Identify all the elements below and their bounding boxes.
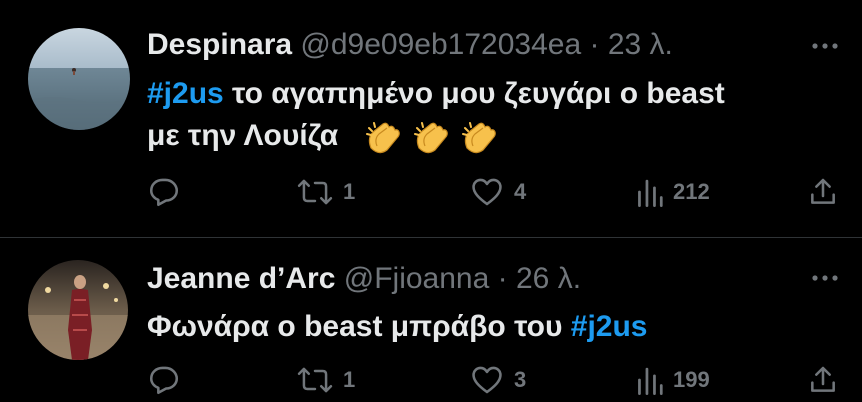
hashtag-link[interactable]: #j2us	[571, 310, 648, 343]
like-count: 4	[514, 179, 527, 204]
clapping-hands-icon	[365, 122, 400, 154]
author-name[interactable]: Despinara	[147, 28, 292, 61]
tweet-header: Jeanne d’Arc @Fjioanna · 26 λ.	[147, 261, 581, 297]
tweet[interactable]: Jeanne d’Arc @Fjioanna · 26 λ. Φωνάρα ο …	[0, 238, 862, 402]
views-chart-icon	[638, 367, 663, 395]
retweet-count: 1	[343, 179, 356, 204]
clapping-hands-icon	[461, 122, 496, 154]
reply-button[interactable]	[147, 360, 181, 400]
emoji-group	[365, 118, 499, 156]
avatar-image	[28, 260, 128, 360]
reply-icon	[149, 366, 179, 395]
more-options-icon[interactable]	[810, 272, 840, 284]
tweet-text-line1: το αγαπημένο μου ζευγάρι ο beast	[223, 77, 725, 110]
tweet-text: Φωνάρα ο beast μπράβο του #j2us	[147, 306, 647, 348]
views-button[interactable]: 212	[635, 172, 710, 212]
separator-dot: ·	[497, 262, 508, 295]
share-button[interactable]	[807, 360, 839, 400]
heart-icon	[472, 178, 502, 206]
tweet-actions: 1 4 212	[147, 172, 847, 212]
timestamp[interactable]: 26 λ.	[516, 262, 581, 295]
avatar[interactable]	[28, 260, 128, 360]
more-options-icon[interactable]	[810, 40, 840, 52]
views-button[interactable]: 199	[635, 360, 710, 400]
reply-button[interactable]	[147, 172, 181, 212]
retweet-button[interactable]: 1	[297, 360, 355, 400]
tweet-header: Despinara @d9e09eb172034ea · 23 λ.	[147, 27, 673, 63]
author-handle[interactable]: @d9e09eb172034ea	[300, 28, 581, 61]
retweet-icon	[297, 179, 333, 205]
tweet-text-line1: Φωνάρα ο beast μπράβο του	[147, 310, 571, 343]
share-icon	[811, 366, 835, 392]
avatar-image	[28, 28, 130, 130]
views-chart-icon	[638, 179, 663, 207]
tweet-text-line2: με την Λουίζα	[147, 119, 339, 152]
reply-icon	[149, 178, 179, 207]
hashtag-link[interactable]: #j2us	[147, 77, 224, 110]
separator-dot: ·	[589, 28, 600, 61]
share-button[interactable]	[807, 172, 839, 212]
retweet-count: 1	[343, 367, 356, 392]
like-count: 3	[514, 367, 527, 392]
retweet-button[interactable]: 1	[297, 172, 355, 212]
like-button[interactable]: 4	[470, 172, 526, 212]
retweet-icon	[297, 367, 333, 393]
clapping-hands-icon	[413, 122, 448, 154]
view-count: 212	[673, 179, 710, 204]
heart-icon	[472, 366, 502, 394]
tweet[interactable]: Despinara @d9e09eb172034ea · 23 λ. #j2us…	[0, 0, 862, 238]
share-icon	[811, 178, 835, 204]
tweet-actions: 1 3 199	[147, 360, 847, 400]
tweet-text: #j2us το αγαπημένο μου ζευγάρι ο beast μ…	[147, 73, 725, 157]
author-handle[interactable]: @Fjioanna	[344, 262, 490, 295]
like-button[interactable]: 3	[470, 360, 526, 400]
view-count: 199	[673, 367, 710, 392]
timestamp[interactable]: 23 λ.	[608, 28, 673, 61]
author-name[interactable]: Jeanne d’Arc	[147, 262, 335, 295]
avatar[interactable]	[28, 28, 130, 130]
